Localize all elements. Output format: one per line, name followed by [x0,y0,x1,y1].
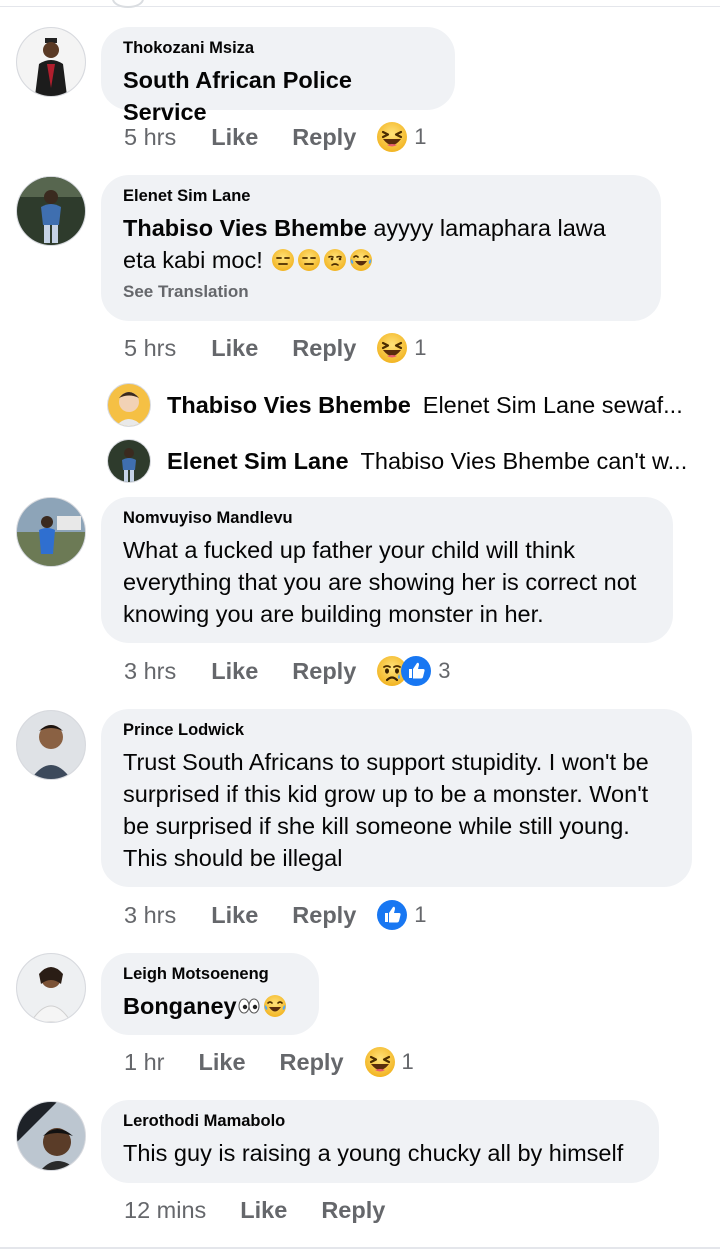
reply-preview[interactable]: Elenet Sim Lane Thabiso Vies Bhembe can'… [107,439,697,483]
comment-author[interactable]: Nomvuyiso Mandlevu [123,509,651,528]
comment-text: Bonganey [123,990,297,1022]
like-button[interactable]: Like [211,335,258,362]
comment-actions: 5 hrs Like Reply 1 [124,331,427,365]
cartoon-avatar[interactable] [107,383,151,427]
reply-text: Thabiso Vies Bhembe can't w... [360,447,688,474]
comment-time[interactable]: 1 hr [124,1049,165,1076]
comment-author[interactable]: Elenet Sim Lane [123,187,639,206]
reaction-count: 3 [438,658,451,683]
comment-actions: 1 hr Like Reply 1 [124,1045,414,1079]
expressionless-emoji-icon [297,248,321,272]
eyes-emoji-icon [237,994,261,1018]
laugh-reaction-icon [376,121,408,153]
reaction-count: 1 [414,124,427,149]
reply-button[interactable]: Reply [292,124,356,151]
top-divider [0,0,720,8]
comment-bubble: Prince Lodwick Trust South Africans to s… [101,709,692,887]
reaction-count: 1 [401,1049,414,1074]
person-avatar[interactable] [16,176,86,246]
comment-bubble: Lerothodi Mamabolo This guy is raising a… [101,1100,659,1183]
woman-avatar[interactable] [16,953,86,1023]
reaction-count: 1 [414,335,427,360]
like-button[interactable]: Like [211,902,258,929]
comment-text: South African Police Service [123,67,352,125]
comment-actions: 5 hrs Like Reply 1 [124,120,427,154]
unamused-emoji-icon [323,248,347,272]
comment-text: What a fucked up father your child will … [123,537,637,627]
comment-actions: 12 mins Like Reply [124,1193,385,1227]
laugh-reaction-icon [376,332,408,364]
comment-text: Trust South Africans to support stupidit… [123,749,649,871]
comment-time[interactable]: 12 mins [124,1197,206,1224]
comment-bubble: Leigh Motsoeneng Bonganey [101,953,319,1035]
comment-author[interactable]: Thokozani Msiza [123,39,433,58]
graduate-avatar[interactable] [16,27,86,97]
reaction-summary[interactable]: 1 [364,1046,414,1078]
laugh-reaction-icon [364,1046,396,1078]
comment-text: Thabiso Vies Bhembe ayyyy lamaphara lawa… [123,212,639,276]
reaction-summary[interactable]: 1 [376,121,427,153]
see-translation-link[interactable]: See Translation [123,282,639,302]
comment-author[interactable]: Leigh Motsoeneng [123,965,297,984]
portrait-avatar[interactable] [16,710,86,780]
previous-avatar-edge [112,0,144,8]
tears-of-joy-emoji-icon [349,248,373,272]
tears-of-joy-emoji-icon [263,994,287,1018]
reply-author[interactable]: Thabiso Vies Bhembe [167,392,411,419]
person-avatar[interactable] [107,439,151,483]
reaction-summary[interactable]: 1 [376,899,427,931]
comment-author[interactable]: Prince Lodwick [123,721,670,740]
comment-body: Bonganey [123,993,237,1019]
comment-actions: 3 hrs Like Reply 3 [124,654,451,688]
reply-button[interactable]: Reply [292,902,356,929]
comment-text: This guy is raising a young chucky all b… [123,1140,624,1166]
reply-button[interactable]: Reply [292,658,356,685]
comment-bubble: Elenet Sim Lane Thabiso Vies Bhembe ayyy… [101,175,661,321]
expressionless-emoji-icon [271,248,295,272]
reply-preview[interactable]: Thabiso Vies Bhembe Elenet Sim Lane sewa… [107,383,697,427]
comment-time[interactable]: 5 hrs [124,335,176,362]
like-button[interactable]: Like [211,124,258,151]
comment-time[interactable]: 5 hrs [124,124,176,151]
comment-mention[interactable]: Thabiso Vies Bhembe [123,215,367,241]
car-selfie-avatar[interactable] [16,1101,86,1171]
comment-time[interactable]: 3 hrs [124,658,176,685]
like-button[interactable]: Like [211,658,258,685]
reply-author[interactable]: Elenet Sim Lane [167,448,349,475]
reply-text: Elenet Sim Lane sewaf... [422,391,683,418]
reply-button[interactable]: Reply [292,335,356,362]
reply-button[interactable]: Reply [321,1197,385,1224]
comment-actions: 3 hrs Like Reply 1 [124,898,427,932]
comment-bubble: Nomvuyiso Mandlevu What a fucked up fath… [101,497,673,643]
comment-author[interactable]: Lerothodi Mamabolo [123,1112,637,1131]
like-button[interactable]: Like [199,1049,246,1076]
outdoor-avatar[interactable] [16,497,86,567]
reaction-summary[interactable]: 1 [376,332,427,364]
comment-time[interactable]: 3 hrs [124,902,176,929]
reaction-count: 1 [414,902,427,927]
reply-button[interactable]: Reply [280,1049,344,1076]
like-reaction-icon [400,655,432,687]
like-button[interactable]: Like [240,1197,287,1224]
like-reaction-icon [376,899,408,931]
reaction-summary[interactable]: 3 [376,655,451,687]
comment-bubble: Thokozani Msiza South African Police Ser… [101,27,455,125]
